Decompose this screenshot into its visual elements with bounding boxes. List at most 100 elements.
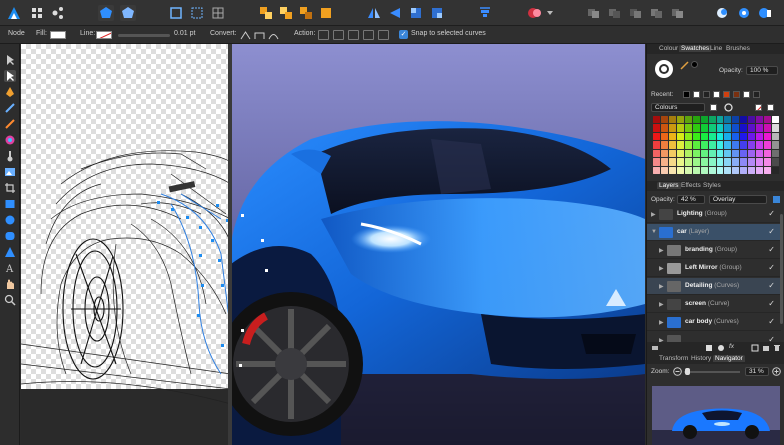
document-setup-icon[interactable] (98, 5, 114, 21)
tab-colour[interactable]: Colour (657, 45, 680, 52)
move-tool-icon[interactable] (4, 54, 16, 66)
layer-row[interactable]: ▶ screen (Curve) ✓ (647, 296, 781, 313)
palette-swatch[interactable] (756, 149, 764, 158)
palette-swatch[interactable] (676, 166, 684, 174)
palette-swatch[interactable] (724, 166, 732, 174)
zoom-out-icon[interactable] (673, 367, 682, 376)
palette-swatch[interactable] (724, 116, 732, 124)
expand-arrow-icon[interactable]: ▶ (659, 319, 664, 326)
document-canvas[interactable] (21, 44, 645, 445)
palette-swatch[interactable] (668, 124, 676, 132)
palette-swatch[interactable] (740, 116, 748, 124)
recent-swatch[interactable] (723, 91, 730, 98)
zoom-field[interactable]: 31 % (745, 367, 769, 376)
preferences-icon[interactable] (120, 5, 136, 21)
place-image-icon[interactable] (4, 166, 16, 178)
palette-swatch[interactable] (668, 116, 676, 124)
tab-styles[interactable]: Styles (701, 182, 723, 189)
palette-swatch[interactable] (660, 166, 668, 174)
layer-opacity-field[interactable]: 42 % (677, 195, 705, 204)
palette-swatch[interactable] (668, 166, 676, 174)
expand-arrow-icon[interactable]: ▶ (659, 301, 664, 308)
palette-swatch[interactable] (660, 124, 668, 132)
colour-picker-icon[interactable] (736, 5, 752, 21)
mask-icon[interactable] (705, 344, 713, 352)
brush-tool-icon[interactable] (4, 118, 16, 130)
close-curve-icon[interactable] (333, 30, 344, 40)
palette-swatch[interactable] (732, 149, 740, 158)
recent-swatch[interactable] (753, 91, 760, 98)
palette-swatch[interactable] (756, 116, 764, 124)
expand-arrow-icon[interactable]: ▶ (659, 265, 664, 272)
crop-tool-icon[interactable] (4, 182, 16, 194)
navigator-thumbnail[interactable] (652, 386, 780, 445)
palette-swatch[interactable] (692, 132, 700, 141)
layer-row[interactable]: ▶ Left Mirror (Group) ✓ (647, 260, 781, 277)
palette-swatch[interactable] (692, 158, 700, 166)
palette-swatch[interactable] (700, 166, 708, 174)
layers-scrollbar[interactable] (780, 214, 783, 324)
palette-swatch[interactable] (740, 149, 748, 158)
palette-swatch[interactable] (724, 158, 732, 166)
geometry-xor-icon[interactable] (649, 5, 665, 21)
expand-arrow-icon[interactable]: ▶ (659, 283, 664, 290)
geometry-intersect-icon[interactable] (628, 5, 644, 21)
palette-swatch[interactable] (764, 124, 772, 132)
snap-checkbox[interactable]: ✓ (399, 30, 408, 39)
expand-arrow-icon[interactable]: ▼ (651, 229, 657, 235)
palette-swatch[interactable] (740, 166, 748, 174)
palette-swatch[interactable] (748, 141, 756, 149)
flip-horizontal-icon[interactable] (366, 5, 382, 21)
palette-swatch[interactable] (748, 149, 756, 158)
arrange-forward-icon[interactable] (278, 5, 294, 21)
zoom-slider-thumb[interactable] (685, 368, 690, 375)
lock-checkbox[interactable] (773, 196, 780, 203)
palette-swatch[interactable] (756, 124, 764, 132)
layer-visibility-checkbox[interactable]: ✓ (768, 335, 775, 342)
snapping-icon[interactable] (189, 5, 205, 21)
expand-arrow-icon[interactable]: ▶ (659, 247, 664, 254)
layer-row[interactable]: ▶ branding (Group) ✓ (647, 242, 781, 259)
palette-swatch[interactable] (676, 141, 684, 149)
palette-swatch[interactable] (653, 141, 660, 149)
rectangle-tool-icon[interactable] (4, 198, 16, 210)
layer-stack-icon[interactable] (651, 344, 659, 352)
palette-swatch[interactable] (692, 149, 700, 158)
recent-swatch[interactable] (703, 91, 710, 98)
palette-swatch[interactable] (700, 132, 708, 141)
palette-swatch[interactable] (748, 124, 756, 132)
smooth-curve-icon[interactable] (348, 30, 359, 40)
palette-swatch[interactable] (660, 149, 668, 158)
palette-swatch[interactable] (660, 158, 668, 166)
arrange-bottom-icon[interactable] (318, 5, 334, 21)
align-icon[interactable] (477, 5, 493, 21)
eyedropper-icon[interactable] (680, 60, 690, 70)
palette-swatch[interactable] (653, 116, 660, 124)
palette-swatch[interactable] (772, 124, 779, 132)
convert-smart-icon[interactable] (268, 30, 279, 40)
palette-swatch[interactable] (724, 132, 732, 141)
palette-swatch[interactable] (756, 141, 764, 149)
boolean-operations-icon[interactable] (525, 5, 555, 21)
palette-swatch[interactable] (764, 166, 772, 174)
palette-swatch[interactable] (653, 149, 660, 158)
swatch-options-icon[interactable] (724, 103, 733, 112)
palette-swatch[interactable] (772, 149, 779, 158)
palette-swatch[interactable] (764, 149, 772, 158)
palette-swatch[interactable] (708, 116, 716, 124)
palette-swatch[interactable] (732, 132, 740, 141)
layer-row[interactable]: ▶ car body (Curves) ✓ (647, 314, 781, 331)
recent-swatch[interactable] (683, 91, 690, 98)
geometry-add-icon[interactable] (586, 5, 602, 21)
palette-swatch[interactable] (692, 166, 700, 174)
palette-swatch[interactable] (748, 158, 756, 166)
palette-swatch[interactable] (724, 149, 732, 158)
palette-swatch[interactable] (756, 166, 764, 174)
tab-line[interactable]: Line (708, 45, 724, 52)
tab-layers[interactable]: Layers (657, 182, 681, 189)
palette-swatch[interactable] (716, 141, 724, 149)
rotate-left-icon[interactable] (408, 5, 424, 21)
persona-export-icon[interactable] (50, 5, 66, 21)
tab-swatches[interactable]: Swatches (679, 45, 712, 52)
palette-swatch[interactable] (676, 124, 684, 132)
